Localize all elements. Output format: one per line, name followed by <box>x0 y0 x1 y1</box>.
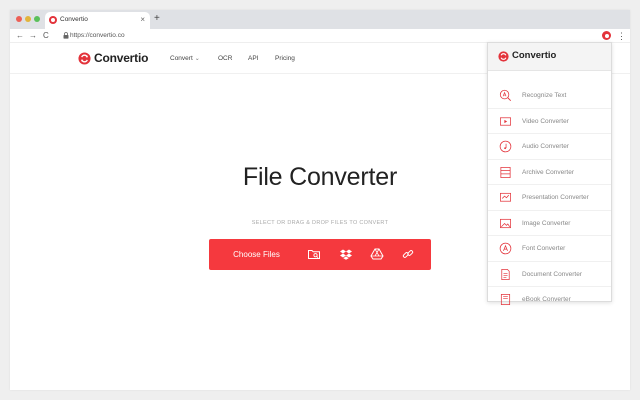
nav-convert-label: Convert <box>170 55 193 62</box>
popup-item-label: Document Converter <box>522 270 582 278</box>
popup-item-label: Audio Converter <box>522 143 569 150</box>
magnifier-a-icon <box>499 89 512 102</box>
nav-convert[interactable]: Convert ⌄ <box>170 55 200 62</box>
minimize-window-button[interactable] <box>25 16 31 22</box>
lock-icon <box>63 32 69 39</box>
tab-strip: Convertio × + <box>10 10 630 29</box>
popup-item-label: Video Converter <box>522 117 569 125</box>
popup-item-font-converter[interactable]: Font Converter <box>488 236 611 262</box>
tab-title: Convertio <box>60 16 88 23</box>
extension-popup: Convertio Recognize Text Video Converter <box>487 42 612 305</box>
browser-tab[interactable]: Convertio × <box>45 12 150 29</box>
tab-close-button[interactable]: × <box>140 15 145 25</box>
browser-window: Convertio × + ← → C https://convertio.co… <box>10 10 630 390</box>
dropbox-icon[interactable] <box>339 247 353 261</box>
convertio-logo-icon[interactable] <box>78 52 91 65</box>
convertio-logo-icon <box>498 51 509 62</box>
back-button[interactable]: ← <box>16 30 24 42</box>
ebook-icon <box>500 294 511 305</box>
convertio-extension-icon[interactable] <box>602 31 611 40</box>
popup-header: Convertio <box>488 43 611 71</box>
popup-item-recognize-text[interactable]: Recognize Text <box>488 83 611 109</box>
nav-api[interactable]: API <box>248 55 258 62</box>
popup-item-label: Archive Converter <box>522 168 575 176</box>
popup-brand: Convertio <box>512 50 557 61</box>
audio-icon <box>499 140 512 153</box>
popup-item-document-converter[interactable]: Document Converter <box>488 262 611 287</box>
nav-pricing[interactable]: Pricing <box>275 55 295 62</box>
folder-search-icon[interactable] <box>307 247 321 261</box>
address-bar[interactable]: https://convertio.co <box>70 31 125 41</box>
popup-item-label: Font Converter <box>522 245 566 252</box>
browser-menu-button[interactable]: ⋮ <box>617 30 626 42</box>
popup-item-presentation-converter[interactable]: Presentation Converter <box>488 185 611 211</box>
maximize-window-button[interactable] <box>34 16 40 22</box>
reload-button[interactable]: C <box>43 30 49 42</box>
popup-item-video-converter[interactable]: Video Converter <box>488 109 611 134</box>
link-icon[interactable] <box>401 247 415 261</box>
popup-item-audio-converter[interactable]: Audio Converter <box>488 134 611 160</box>
convertio-favicon-icon <box>49 16 57 24</box>
choose-files-button[interactable]: Choose Files <box>209 239 304 270</box>
archive-icon <box>500 166 511 178</box>
new-tab-button[interactable]: + <box>154 13 160 25</box>
video-icon <box>500 116 511 126</box>
popup-item-archive-converter[interactable]: Archive Converter <box>488 160 611 185</box>
upload-bar: Choose Files <box>209 239 431 270</box>
popup-item-label: Image Converter <box>522 219 571 227</box>
popup-item-label: eBook Converter <box>522 296 571 303</box>
close-window-button[interactable] <box>16 16 22 22</box>
browser-toolbar: ← → C https://convertio.co ⋮ <box>10 29 630 43</box>
google-drive-icon[interactable] <box>370 247 384 261</box>
popup-item-label: Recognize Text <box>522 92 567 99</box>
image-icon <box>500 218 511 228</box>
document-icon <box>501 268 510 280</box>
forward-button[interactable]: → <box>29 30 37 42</box>
nav-ocr[interactable]: OCR <box>218 55 232 62</box>
popup-item-label: Presentation Converter <box>522 194 589 201</box>
chevron-down-icon: ⌄ <box>194 56 200 62</box>
popup-item-ebook-converter[interactable]: eBook Converter <box>488 287 611 305</box>
font-icon <box>499 242 512 255</box>
brand-name[interactable]: Convertio <box>94 51 148 65</box>
presentation-icon <box>500 192 511 202</box>
popup-item-image-converter[interactable]: Image Converter <box>488 211 611 236</box>
